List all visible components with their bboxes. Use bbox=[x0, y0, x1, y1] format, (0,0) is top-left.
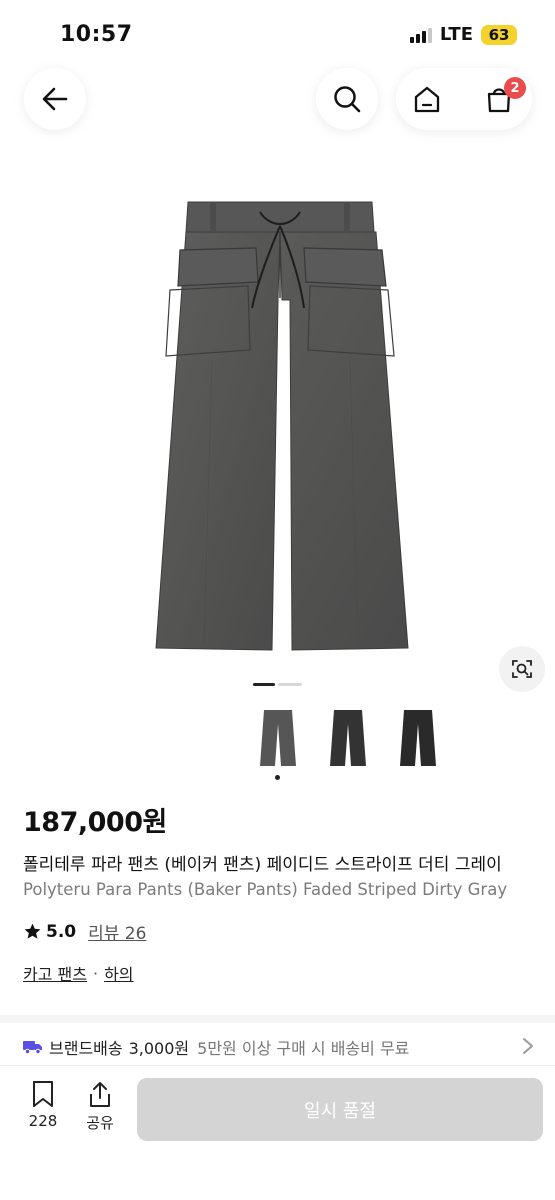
share-icon bbox=[90, 1082, 110, 1107]
chevron-right-icon bbox=[523, 1038, 533, 1054]
shipping-label: 브랜드배송 bbox=[49, 1039, 123, 1058]
category-link-cargo-pants[interactable]: 카고 팬츠 bbox=[23, 961, 87, 985]
thumbnail-selected-dot bbox=[275, 775, 280, 780]
bottom-action-bar: 228 공유 일시 품절 bbox=[0, 1065, 555, 1200]
thumbnail-2[interactable] bbox=[326, 708, 370, 768]
star-icon bbox=[24, 923, 41, 939]
category-separator: · bbox=[92, 963, 99, 983]
product-image[interactable] bbox=[140, 190, 420, 660]
cart-count-badge: 2 bbox=[504, 77, 526, 99]
network-label: LTE bbox=[439, 24, 473, 45]
like-button[interactable]: 228 bbox=[18, 1080, 68, 1130]
shipping-info-row[interactable]: 브랜드배송 3,000원 5만원 이상 구매 시 배송비 무료 bbox=[23, 1034, 535, 1060]
status-time: 10:57 bbox=[60, 22, 133, 47]
thumbnail-1[interactable] bbox=[256, 708, 300, 768]
category-breadcrumb: 카고 팬츠 · 하의 bbox=[23, 961, 134, 985]
rating-row: 5.0 리뷰 26 bbox=[23, 919, 146, 944]
like-count: 228 bbox=[28, 1112, 58, 1130]
home-button[interactable] bbox=[396, 68, 458, 130]
rating-score: 5.0 bbox=[46, 921, 77, 942]
back-arrow-icon bbox=[42, 87, 68, 111]
shipping-free-note: 5만원 이상 구매 시 배송비 무료 bbox=[197, 1039, 410, 1058]
product-price: 187,000원 bbox=[23, 807, 167, 838]
home-icon bbox=[414, 86, 440, 113]
bookmark-icon bbox=[33, 1081, 53, 1107]
product-title-korean: 폴리테루 파라 팬츠 (베이커 팬츠) 페이디드 스트라이프 더티 그레이 bbox=[23, 855, 502, 875]
search-button[interactable] bbox=[316, 68, 378, 130]
status-indicators: LTE 63 bbox=[409, 24, 517, 45]
carousel-indicator-active bbox=[253, 683, 275, 686]
cart-button[interactable]: 2 bbox=[468, 68, 530, 130]
search-icon bbox=[334, 86, 361, 113]
lens-icon bbox=[512, 660, 532, 678]
signal-icon bbox=[409, 27, 432, 43]
delivery-truck-icon bbox=[23, 1041, 42, 1055]
category-link-bottoms[interactable]: 하의 bbox=[104, 961, 133, 985]
carousel-indicator bbox=[278, 683, 302, 686]
share-button[interactable]: 공유 bbox=[75, 1080, 125, 1133]
product-title-english: Polyteru Para Pants (Baker Pants) Faded … bbox=[23, 880, 508, 899]
shipping-price: 3,000원 bbox=[128, 1039, 190, 1058]
thumbnail-3[interactable] bbox=[396, 708, 440, 768]
share-label: 공유 bbox=[86, 1114, 114, 1132]
image-search-button[interactable] bbox=[499, 646, 545, 692]
temporarily-sold-out-button[interactable]: 일시 품절 bbox=[137, 1078, 543, 1141]
nav-pill: 2 bbox=[396, 68, 532, 130]
section-divider bbox=[0, 1015, 555, 1023]
back-button[interactable] bbox=[24, 68, 86, 130]
review-link[interactable]: 리뷰 26 bbox=[88, 919, 146, 944]
battery-icon: 63 bbox=[481, 24, 517, 45]
status-bar: 10:57 LTE 63 bbox=[0, 0, 555, 70]
